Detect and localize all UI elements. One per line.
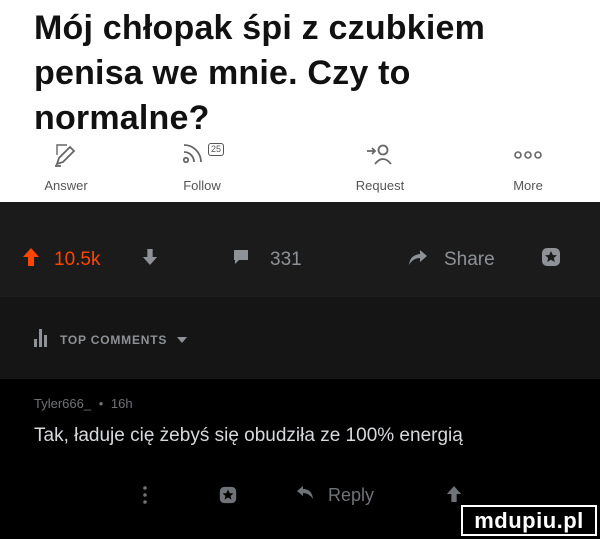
- answer-label: Answer: [44, 178, 88, 193]
- comment-count: 331: [270, 249, 302, 270]
- comments-sort-header[interactable]: TOP COMMENTS: [0, 297, 600, 379]
- rss-icon: [180, 140, 206, 171]
- answer-button[interactable]: Answer: [6, 140, 126, 193]
- comment-bubble-icon: [232, 248, 250, 272]
- reply-button[interactable]: Reply: [296, 485, 374, 506]
- reply-arrow-icon: [296, 485, 314, 506]
- share-label: Share: [444, 249, 495, 270]
- request-label: Request: [355, 178, 405, 193]
- upvote-arrow-icon: [446, 485, 462, 508]
- question-title: Mój chłopak śpi z czubkiem penisa we mni…: [34, 9, 486, 137]
- comments-panel: 10.5k 331 Share TOP COMMENTS Tyler666_ •…: [0, 202, 600, 539]
- chevron-down-icon: [177, 333, 188, 347]
- question-actions: Answer 25 Follow Request More: [0, 140, 600, 196]
- award-button[interactable]: [540, 248, 562, 272]
- follow-label: Follow: [183, 178, 221, 193]
- comment-author[interactable]: Tyler666_: [34, 396, 91, 411]
- pencil-icon: [6, 140, 126, 170]
- more-button[interactable]: More: [468, 140, 588, 193]
- site-watermark: mdupiu.pl: [461, 505, 597, 536]
- post-action-bar: 10.5k 331 Share: [0, 202, 600, 297]
- downvote-button[interactable]: [142, 248, 158, 272]
- comment-upvote-button[interactable]: [446, 485, 462, 508]
- sort-label: TOP COMMENTS: [60, 332, 168, 347]
- more-dots-icon: [468, 140, 588, 170]
- downvote-arrow-icon: [142, 248, 158, 272]
- upvote-button[interactable]: 10.5k: [22, 248, 100, 272]
- award-icon: [540, 246, 562, 274]
- share-button[interactable]: Share: [408, 248, 495, 272]
- award-icon: [218, 485, 238, 510]
- request-button[interactable]: Request: [320, 140, 440, 193]
- question-panel: Mój chłopak śpi z czubkiem penisa we mni…: [0, 0, 600, 202]
- follow-button[interactable]: 25 Follow: [142, 140, 262, 193]
- comment-text: Tak, ładuje cię żebyś się obudziła ze 10…: [34, 425, 463, 446]
- upvote-arrow-icon: [22, 247, 40, 273]
- comment-meta: Tyler666_ • 16h: [34, 396, 133, 411]
- upvote-count: 10.5k: [54, 249, 101, 270]
- more-label: More: [513, 178, 543, 193]
- request-user-icon: [320, 140, 440, 170]
- reply-label: Reply: [328, 485, 375, 505]
- comment-menu-button[interactable]: [142, 485, 148, 510]
- vertical-dots-icon: [142, 485, 148, 510]
- meta-separator: •: [98, 396, 104, 411]
- comments-button[interactable]: 331: [232, 248, 302, 272]
- follow-count-badge: 25: [207, 142, 224, 156]
- comment-award-button[interactable]: [218, 485, 238, 510]
- share-arrow-icon: [408, 248, 428, 272]
- bar-chart-icon: [34, 329, 48, 350]
- comment-age: 16h: [110, 396, 133, 411]
